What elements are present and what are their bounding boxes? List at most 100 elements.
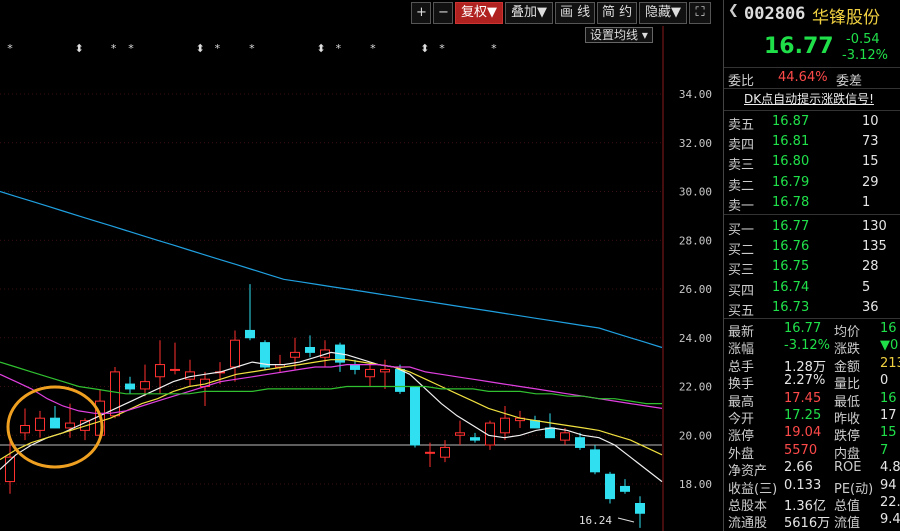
stock-code: 002806	[744, 4, 806, 24]
bid-label: 买三	[728, 263, 755, 279]
fuquan-dropdown[interactable]: 复权▼	[455, 2, 503, 24]
current-price: 16.77	[764, 34, 834, 59]
stat-value: 22.	[880, 495, 900, 510]
bid-row[interactable]: 买二 16.76 135	[724, 238, 900, 258]
bid-volume: 130	[862, 219, 887, 234]
stat-label: 流值	[834, 516, 861, 531]
bid-volume: 36	[862, 299, 879, 315]
ask-price: 16.78	[772, 194, 810, 210]
ask-row[interactable]: 卖四 16.81 73	[724, 133, 900, 153]
ask-row[interactable]: 卖一 16.78 1	[724, 194, 900, 214]
y-tick-label: 24.00	[679, 332, 712, 345]
stat-value: 16	[880, 321, 897, 336]
panel-collapse-icon[interactable]: ❮	[728, 3, 739, 18]
stat-value: 94	[880, 477, 897, 493]
weibi-label: 委比	[728, 74, 755, 89]
ask-row[interactable]: 卖三 16.80 15	[724, 153, 900, 173]
dk-signal-link[interactable]: DK点自动提示涨跌信号!	[744, 90, 874, 107]
fullscreen-icon[interactable]: ⛶	[689, 2, 711, 24]
yincang-dropdown[interactable]: 隐藏▼	[639, 2, 687, 24]
stat-value: 19.04	[784, 425, 822, 441]
ask-row[interactable]: 卖五 16.87 10	[724, 113, 900, 133]
candle-body	[470, 437, 480, 441]
y-tick-label: 22.00	[679, 381, 712, 394]
bid-row[interactable]: 买三 16.75 28	[724, 258, 900, 278]
stat-value: ▼0	[880, 338, 899, 354]
bid-row[interactable]: 买五 16.73 36	[724, 299, 900, 319]
stat-value: 213	[880, 355, 900, 371]
moving-average-line	[0, 190, 663, 349]
candle-body	[350, 364, 360, 370]
candle-body	[140, 381, 150, 390]
bid-price: 16.75	[772, 259, 810, 275]
candle-body	[230, 339, 240, 368]
event-marker: *	[249, 42, 255, 55]
stat-row[interactable]: 流通股 5616万 流值 9.4	[724, 511, 900, 531]
stat-value: 17.45	[784, 390, 822, 406]
price-change-pct: -3.12%	[842, 48, 888, 63]
y-tick-label: 28.00	[679, 234, 712, 247]
stat-value: 0.133	[784, 477, 822, 493]
bid-row[interactable]: 买一 16.77 130	[724, 218, 900, 238]
y-tick-label: 26.00	[679, 283, 712, 296]
event-marker: *	[491, 42, 497, 55]
stat-value: -3.12%	[784, 338, 830, 354]
jianyue-button[interactable]: 简 约	[597, 2, 637, 24]
candle-body	[605, 473, 615, 500]
ask-volume: 10	[862, 114, 879, 129]
kline-chart-area[interactable]: 34.00 32.00 30.00 28.00 26.00 24.00 22.00 20.00…	[0, 0, 720, 531]
candle-body	[560, 432, 570, 441]
candle-body	[170, 368, 180, 371]
stat-label: 流通股	[728, 516, 768, 531]
candle-body	[455, 432, 465, 436]
bid-label: 买四	[728, 283, 755, 299]
candle-body	[395, 368, 405, 392]
kline-chart[interactable]: 34.00 32.00 30.00 28.00 26.00 24.00 22.00 20.00…	[0, 0, 720, 531]
bid-price: 16.77	[772, 219, 810, 234]
low-price-pointer	[617, 517, 635, 523]
ask-volume: 29	[862, 174, 879, 190]
stat-value: 4.8	[880, 460, 900, 476]
ma-settings-button[interactable]: 设置均线 ▾	[585, 27, 653, 43]
ask-row[interactable]: 卖二 16.79 29	[724, 174, 900, 194]
candle-body	[35, 417, 45, 431]
y-tick-label: 20.00	[679, 429, 712, 442]
zoom-in-button[interactable]: +	[411, 2, 431, 24]
ask-label: 卖五	[728, 118, 755, 133]
bid-row[interactable]: 买四 16.74 5	[724, 279, 900, 299]
candle-body	[155, 364, 165, 378]
bid-volume: 135	[862, 239, 887, 255]
candle-body	[65, 422, 75, 429]
huaxian-button[interactable]: 画 线	[555, 2, 595, 24]
bid-price: 16.73	[772, 299, 810, 315]
weibi-value: 44.64%	[778, 70, 828, 85]
ask-label: 卖三	[728, 158, 755, 174]
stat-value: 9.4	[880, 512, 900, 528]
event-marker: *	[439, 42, 445, 55]
ask-volume: 15	[862, 154, 879, 170]
candle-body	[590, 449, 600, 473]
bid-label: 买五	[728, 303, 755, 319]
stat-value: 16.77	[784, 321, 822, 336]
stat-value: 0	[880, 373, 889, 389]
weibi-row: 委比 44.64% 委差	[724, 69, 900, 89]
candle-body	[290, 351, 300, 358]
bid-price: 16.76	[772, 239, 810, 255]
diejia-dropdown[interactable]: 叠加▼	[505, 2, 553, 24]
candle-body	[575, 437, 585, 448]
y-tick-label: 18.00	[679, 478, 712, 491]
candle-body	[410, 386, 420, 446]
bid-price: 16.74	[772, 279, 810, 295]
event-marker: *	[370, 42, 376, 55]
zoom-out-button[interactable]: −	[433, 2, 453, 24]
candle-body	[620, 485, 630, 492]
ask-price: 16.80	[772, 154, 810, 170]
bid-volume: 28	[862, 259, 879, 275]
event-marker: *	[111, 42, 117, 55]
ask-volume: 73	[862, 134, 879, 150]
stat-value: 7	[880, 442, 889, 458]
event-marker: ⬍	[420, 42, 429, 55]
candle-body	[380, 368, 390, 373]
stat-value: 5616万	[784, 516, 831, 531]
stock-name: 华锋股份	[812, 8, 880, 28]
